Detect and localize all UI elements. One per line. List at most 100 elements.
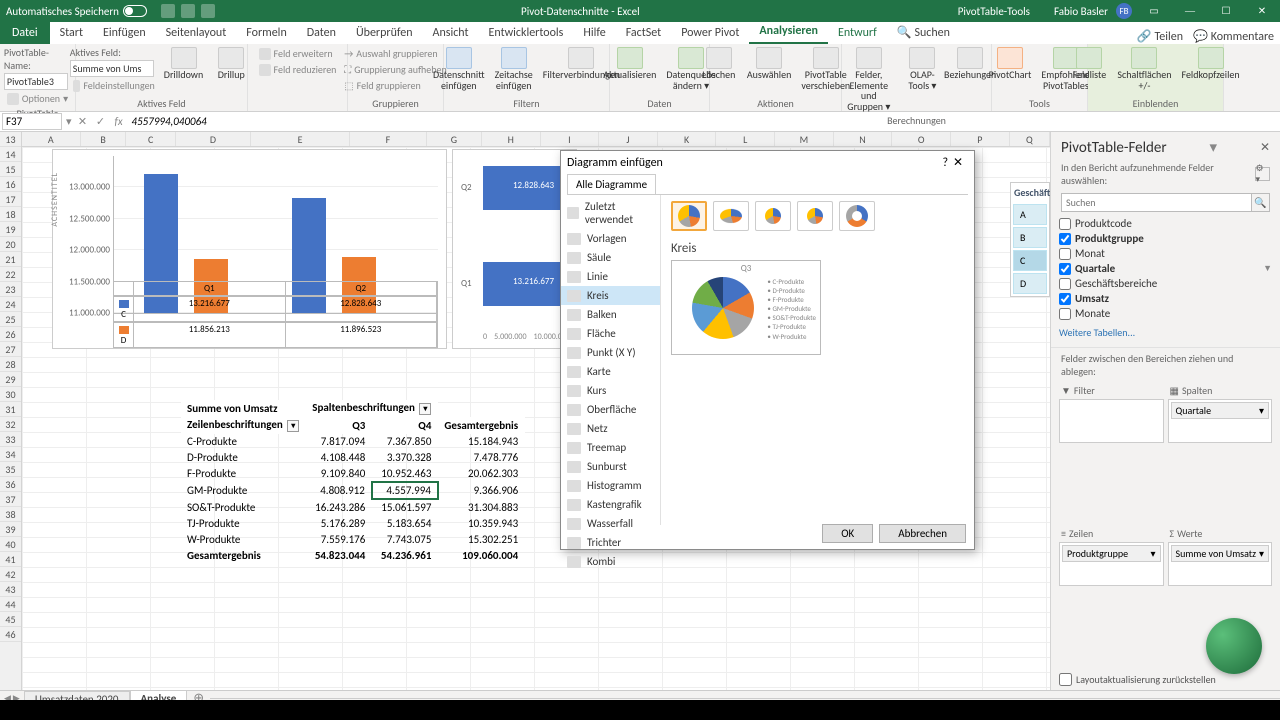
redo-icon[interactable]	[201, 4, 215, 18]
close-button[interactable]: ✕	[1248, 0, 1276, 22]
field-item[interactable]: Quartale▼	[1059, 261, 1272, 276]
field-item[interactable]: Monate	[1059, 306, 1272, 321]
taskpane-caret-icon[interactable]: ▾	[1210, 138, 1218, 157]
embedded-bar-chart[interactable]: ACHSENTITEL 11.000.00011.500.00012.000.0…	[52, 149, 447, 349]
chart-type-item[interactable]: Sunburst	[561, 457, 660, 476]
gear-icon[interactable]: ⚙ ▾	[1255, 167, 1270, 181]
tab-insert[interactable]: Einfügen	[93, 22, 156, 44]
slicer-item[interactable]: A	[1013, 204, 1047, 225]
refresh-button[interactable]: Aktualisieren	[599, 46, 660, 82]
select-button[interactable]: Auswählen	[743, 46, 796, 82]
tab-nav-next-icon[interactable]: ▶	[13, 693, 20, 704]
dialog-tab-all[interactable]: Alle Diagramme	[567, 174, 656, 194]
row-filter-icon[interactable]: ▾	[287, 420, 299, 432]
more-tables-link[interactable]: Weitere Tabellen...	[1051, 324, 1280, 347]
chart-type-item[interactable]: Oberfläche	[561, 400, 660, 419]
chart-type-item[interactable]: Kreis	[561, 286, 660, 305]
fieldheaders-button[interactable]: Feldkopfzeilen	[1178, 46, 1244, 82]
column-headers[interactable]: ABCDEFGHIJKLMNOPQ	[22, 132, 1050, 147]
area-columns[interactable]: ▦ Spalten Quartale▾	[1168, 382, 1273, 521]
sheet-tab-analyse[interactable]: Analyse	[130, 690, 188, 708]
fx-icon[interactable]: fx	[110, 115, 128, 128]
save-icon[interactable]	[161, 4, 175, 18]
chart-type-item[interactable]: Trichter	[561, 533, 660, 552]
chart-type-item[interactable]: Fläche	[561, 324, 660, 343]
tab-review[interactable]: Überprüfen	[346, 22, 423, 44]
ribbon-display-options-icon[interactable]: ▭	[1140, 0, 1168, 22]
pt-name-input[interactable]	[4, 73, 68, 90]
chart-type-list[interactable]: Zuletzt verwendetVorlagenSäuleLinieKreis…	[561, 195, 661, 525]
subtype-pie-of-pie[interactable]	[755, 201, 791, 231]
page-break-view-icon[interactable]	[1141, 708, 1157, 720]
tab-design[interactable]: Entwurf	[828, 22, 887, 44]
add-sheet-icon[interactable]: ⊕	[187, 691, 210, 706]
confirm-edit-icon[interactable]: ✓	[92, 115, 110, 128]
field-item[interactable]: Umsatz	[1059, 291, 1272, 306]
chart-type-item[interactable]: Histogramm	[561, 476, 660, 495]
insert-timeline[interactable]: Zeitachseeinfügen	[491, 46, 537, 92]
chart-type-item[interactable]: Kurs	[561, 381, 660, 400]
field-item[interactable]: Produktcode	[1059, 216, 1272, 231]
subtype-donut[interactable]	[839, 201, 875, 231]
ok-button[interactable]: OK	[822, 524, 873, 543]
tab-pagelayout[interactable]: Seitenlayout	[156, 22, 237, 44]
pivot-table[interactable]: Summe von Umsatz Spaltenbeschriftungen ▾…	[180, 399, 525, 564]
page-layout-view-icon[interactable]	[1117, 708, 1133, 720]
tab-start[interactable]: Start	[50, 22, 93, 44]
slicer[interactable]: Geschäft ABCD	[1010, 182, 1050, 297]
embedded-hbar-chart[interactable]: Q2 12.828.643 Q1 13.216.677 05.000.00010…	[452, 149, 577, 349]
chart-type-item[interactable]: Linie	[561, 267, 660, 286]
chart-type-item[interactable]: Netz	[561, 419, 660, 438]
field-list[interactable]: ProduktcodeProduktgruppeMonatQuartale▼Ge…	[1051, 214, 1280, 324]
expand-field[interactable]: Feld erweitern	[256, 46, 340, 61]
chart-type-item[interactable]: Treemap	[561, 438, 660, 457]
formula-input[interactable]: 4557994,040064	[128, 114, 1280, 129]
col-filter-icon[interactable]: ▾	[419, 403, 431, 415]
floating-action-button[interactable]	[1206, 618, 1262, 674]
insert-slicer[interactable]: Datenschnitteinfügen	[429, 46, 489, 92]
maximize-button[interactable]: ☐	[1212, 0, 1240, 22]
defer-layout-checkbox[interactable]	[1059, 673, 1072, 686]
tab-data[interactable]: Daten	[297, 22, 346, 44]
tab-factset[interactable]: FactSet	[616, 22, 671, 44]
tab-powerpivot[interactable]: Power Pivot	[671, 22, 749, 44]
area-rows[interactable]: ≡ Zeilen Produktgruppe▾	[1059, 525, 1164, 664]
user-avatar[interactable]: FB	[1116, 3, 1132, 19]
chart-type-item[interactable]: Balken	[561, 305, 660, 324]
chart-type-item[interactable]: Säule	[561, 248, 660, 267]
slicer-item[interactable]: D	[1013, 273, 1047, 294]
drillup-button[interactable]: Drillup	[209, 46, 253, 82]
comments-button[interactable]: 💬 Kommentare	[1193, 29, 1274, 44]
drilldown-button[interactable]: Drilldown	[160, 46, 207, 82]
chart-type-item[interactable]: Wasserfall	[561, 514, 660, 533]
field-search-input[interactable]	[1061, 193, 1252, 212]
tab-nav-prev-icon[interactable]: ◀	[4, 693, 11, 704]
field-item[interactable]: Monat	[1059, 246, 1272, 261]
slicer-item[interactable]: B	[1013, 227, 1047, 248]
af-input[interactable]	[70, 60, 154, 77]
area-filters[interactable]: ▼ Filter	[1059, 382, 1164, 521]
chart-type-item[interactable]: Vorlagen	[561, 229, 660, 248]
chart-type-item[interactable]: Kastengrafik	[561, 495, 660, 514]
tab-developer[interactable]: Entwicklertools	[479, 22, 574, 44]
tab-help[interactable]: Hilfe	[573, 22, 615, 44]
slicer-item[interactable]: C	[1013, 250, 1047, 271]
cancel-button[interactable]: Abbrechen	[879, 524, 966, 543]
autosave-toggle[interactable]	[123, 5, 147, 17]
delete-button[interactable]: Löschen	[697, 46, 741, 82]
search-tab[interactable]: 🔍 Suchen	[887, 21, 960, 44]
pivotchart-button[interactable]: PivotChart	[985, 46, 1036, 82]
minimize-button[interactable]: ―	[1176, 0, 1204, 22]
zoom-control[interactable]: −+ 100 %	[1165, 707, 1272, 720]
normal-view-icon[interactable]	[1093, 708, 1109, 720]
pt-options[interactable]: Optionen ▾	[4, 91, 71, 106]
chart-preview[interactable]: Q3 • C-Produkte• D-Produkte• F-Produkte•…	[671, 260, 821, 355]
undo-icon[interactable]	[181, 4, 195, 18]
tab-formulas[interactable]: Formeln	[236, 22, 296, 44]
buttons-toggle[interactable]: Schaltflächen+/-	[1113, 46, 1175, 92]
subtype-bar-of-pie[interactable]	[797, 201, 833, 231]
chart-type-item[interactable]: Karte	[561, 362, 660, 381]
chart-type-item[interactable]: Punkt (X Y)	[561, 343, 660, 362]
subtype-pie[interactable]	[671, 201, 707, 231]
search-icon[interactable]: 🔍	[1252, 193, 1270, 212]
